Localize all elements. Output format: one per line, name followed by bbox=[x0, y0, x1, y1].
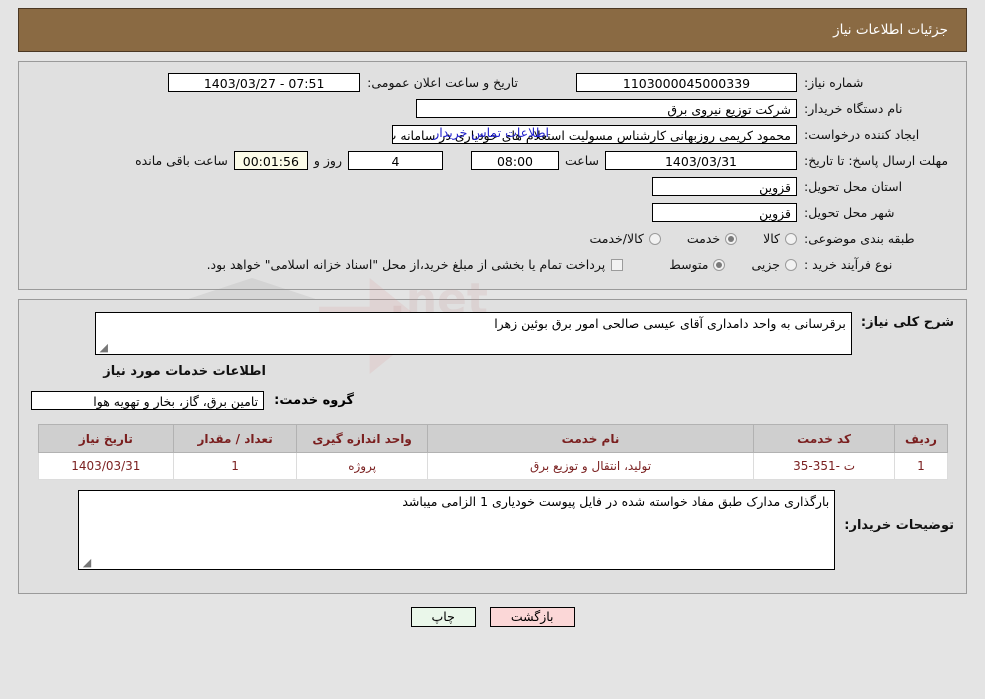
col-row: ردیف bbox=[894, 424, 948, 453]
buyer-org-value: شرکت توزیع نیروی برق bbox=[416, 99, 797, 118]
countdown-timer-value: 00:01:56 bbox=[233, 151, 308, 170]
hour-label: ساعت bbox=[564, 153, 599, 168]
cell-unit: پروژه bbox=[295, 452, 429, 480]
category-option-kala-khedmat[interactable]: کالا/خدمت bbox=[589, 231, 661, 246]
radio-icon-jozei[interactable] bbox=[785, 258, 797, 271]
category-option-khedmat[interactable]: خدمت bbox=[686, 231, 738, 246]
delivery-province-value: قزوین bbox=[652, 177, 797, 196]
request-creator-label: ایجاد کننده درخواست: bbox=[804, 127, 920, 142]
row-delivery-city: شهر محل تحویل: قزوین bbox=[31, 201, 954, 224]
process-option-motavaset-label: متوسط bbox=[669, 257, 709, 272]
process-option-jozei-label: جزیی bbox=[751, 257, 780, 272]
need-details-panel: .net شرح کلی نیاز: برقرسانی به واحد دامد… bbox=[18, 274, 967, 594]
service-group-label: گروه خدمت: bbox=[274, 393, 354, 408]
need-number-label: شماره نیاز: bbox=[804, 75, 864, 90]
col-qty: تعداد / مقدار bbox=[173, 424, 297, 453]
service-group-value: تامین برق، گاز، بخار و تهویه هوا bbox=[31, 391, 265, 410]
col-name: نام خدمت bbox=[427, 424, 754, 453]
resize-grip-icon-notes[interactable]: ◢ bbox=[81, 557, 91, 568]
buyer-notes-value: بارگذاری مدارک طبق مفاد خواسته شده در فا… bbox=[402, 494, 830, 509]
cell-qty: 1 bbox=[173, 452, 297, 480]
col-date: تاریخ نیاز bbox=[37, 424, 175, 453]
category-option-kala[interactable]: کالا bbox=[763, 231, 797, 246]
row-delivery-province: استان محل تحویل: قزوین bbox=[31, 175, 954, 198]
buyer-org-label: نام دستگاه خریدار: bbox=[804, 101, 903, 116]
cell-code: ت -351-35 bbox=[752, 452, 896, 480]
need-summary-textarea[interactable]: برقرسانی به واحد دامداری آقای عیسی صالحی… bbox=[94, 312, 852, 355]
services-table: ردیف کد خدمت نام خدمت واحد اندازه گیری ت… bbox=[37, 424, 948, 480]
purchase-process-label: نوع فرآیند خرید : bbox=[804, 257, 893, 272]
resize-grip-icon[interactable]: ◢ bbox=[98, 342, 107, 353]
col-code: کد خدمت bbox=[752, 424, 896, 453]
purchase-process-radio-group: جزیی متوسط bbox=[643, 257, 797, 272]
table-header-row: ردیف کد خدمت نام خدمت واحد اندازه گیری ت… bbox=[37, 424, 948, 453]
cell-row: 1 bbox=[894, 452, 948, 480]
row-subject-category: طبقه بندی موضوعی: کالا خدمت کالا/خدمت bbox=[31, 227, 954, 250]
row-purchase-process: نوع فرآیند خرید : جزیی متوسط پرداخت تمام… bbox=[31, 253, 954, 276]
services-section-heading: اطلاعات خدمات مورد نیاز bbox=[103, 364, 266, 379]
row-request-creator: ایجاد کننده درخواست: محمود کریمی روزبهان… bbox=[31, 123, 954, 146]
category-option-kala-khedmat-label: کالا/خدمت bbox=[589, 231, 644, 246]
radio-icon-khedmat[interactable] bbox=[725, 232, 738, 245]
need-summary-label: شرح کلی نیاز: bbox=[860, 315, 954, 330]
footer-button-bar: بازگشت چاپ bbox=[0, 607, 985, 627]
process-option-jozei[interactable]: جزیی bbox=[751, 257, 797, 272]
category-option-kala-label: کالا bbox=[763, 231, 780, 246]
process-option-motavaset[interactable]: متوسط bbox=[669, 257, 726, 272]
page-header: جزئیات اطلاعات نیاز bbox=[18, 8, 967, 52]
response-deadline-label: مهلت ارسال پاسخ: تا تاریخ: bbox=[804, 153, 949, 168]
announce-datetime-value: 07:51 - 1403/03/27 bbox=[168, 73, 361, 92]
need-summary-value: برقرسانی به واحد دامداری آقای عیسی صالحی… bbox=[494, 316, 846, 331]
row-service-group: گروه خدمت: تامین برق، گاز، بخار و تهویه … bbox=[31, 391, 954, 410]
need-summary-panel: AnaTender شماره نیاز: 1103000045000339 ت… bbox=[18, 61, 967, 408]
days-label: روز و bbox=[313, 153, 342, 168]
need-number-value: 1103000045000339 bbox=[576, 73, 797, 92]
row-buyer-org: نام دستگاه خریدار: شرکت توزیع نیروی برق bbox=[31, 97, 954, 120]
page-title: جزئیات اطلاعات نیاز bbox=[833, 22, 948, 38]
back-button[interactable]: بازگشت bbox=[489, 607, 575, 627]
cell-name: تولید، انتقال و توزیع برق bbox=[427, 452, 754, 480]
treasury-bond-checkbox[interactable] bbox=[611, 258, 624, 271]
deadline-date-value: 1403/03/31 bbox=[605, 151, 797, 170]
delivery-city-label: شهر محل تحویل: bbox=[804, 205, 895, 220]
row-buyer-notes: توضیحات خریدار: بارگذاری مدارک طبق مفاد … bbox=[31, 490, 954, 570]
radio-icon-motavaset[interactable] bbox=[713, 258, 726, 271]
radio-icon-kala-khedmat[interactable] bbox=[648, 232, 661, 245]
remaining-days-value: 4 bbox=[347, 151, 443, 170]
treasury-bond-text: پرداخت تمام یا بخشی از مبلغ خرید،از محل … bbox=[206, 257, 606, 272]
print-button[interactable]: چاپ bbox=[410, 607, 476, 627]
delivery-city-value: قزوین bbox=[652, 203, 797, 222]
cell-date: 1403/03/31 bbox=[37, 452, 175, 480]
category-option-khedmat-label: خدمت bbox=[686, 231, 721, 246]
radio-icon-kala[interactable] bbox=[785, 232, 797, 245]
deadline-time-value: 08:00 bbox=[470, 151, 559, 170]
row-response-deadline: مهلت ارسال پاسخ: تا تاریخ: 1403/03/31 سا… bbox=[31, 149, 954, 172]
delivery-province-label: استان محل تحویل: bbox=[804, 179, 903, 194]
buyer-notes-label: توضیحات خریدار: bbox=[844, 518, 954, 533]
table-row[interactable]: 1 ت -351-35 تولید، انتقال و توزیع برق پر… bbox=[37, 452, 948, 480]
col-unit: واحد اندازه گیری bbox=[295, 424, 429, 453]
buyer-contact-link[interactable]: اطلاعات تماس خریدار bbox=[429, 125, 549, 140]
remaining-hours-label: ساعت باقی مانده bbox=[135, 153, 228, 168]
buyer-notes-textarea[interactable]: بارگذاری مدارک طبق مفاد خواسته شده در فا… bbox=[78, 490, 836, 570]
row-need-number: شماره نیاز: 1103000045000339 تاریخ و ساع… bbox=[31, 71, 954, 94]
subject-category-label: طبقه بندی موضوعی: bbox=[804, 231, 915, 246]
row-need-summary: شرح کلی نیاز: برقرسانی به واحد دامداری آ… bbox=[31, 312, 954, 355]
announce-datetime-label: تاریخ و ساعت اعلان عمومی: bbox=[367, 75, 518, 90]
subject-category-radio-group: کالا خدمت کالا/خدمت bbox=[563, 231, 797, 246]
